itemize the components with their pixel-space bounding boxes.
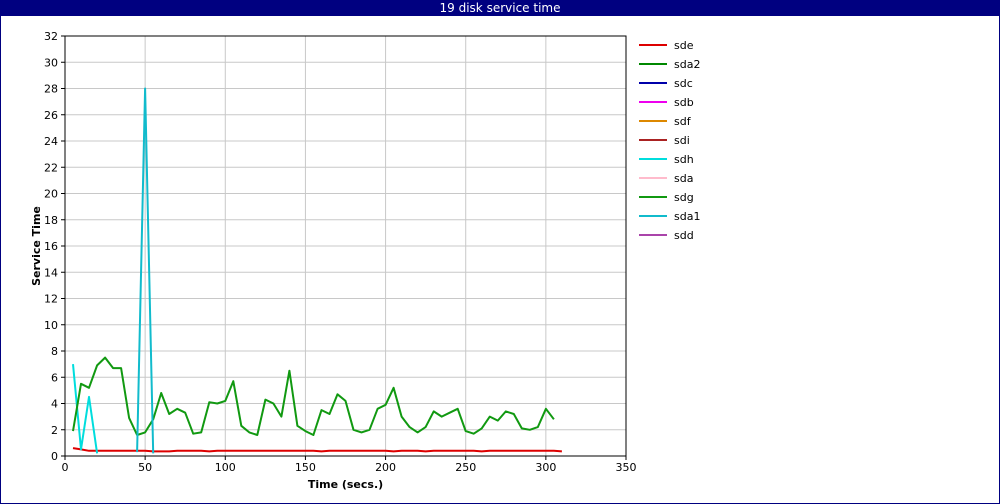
x-axis-ticks: 0 50 100 150 200 250 300 350 — [62, 456, 637, 474]
legend-label: sdi — [674, 134, 690, 147]
legend-label: sde — [674, 39, 694, 52]
x-tick-label: 100 — [215, 461, 236, 474]
x-tick-label: 50 — [138, 461, 152, 474]
legend-label: sda — [674, 172, 693, 185]
y-tick-label: 0 — [51, 450, 58, 463]
legend-label: sdf — [674, 115, 692, 128]
series-lines — [72, 87, 562, 454]
y-tick-label: 32 — [44, 30, 58, 43]
legend-label: sdd — [674, 229, 694, 242]
y-tick-label: 26 — [44, 109, 58, 122]
y-tick-label: 24 — [44, 135, 58, 148]
y-tick-label: 28 — [44, 83, 58, 96]
service-time-chart: 0 50 100 150 200 250 300 350 024681012141618202… — [30, 30, 700, 491]
y-tick-label: 18 — [44, 214, 58, 227]
y-tick-label: 12 — [44, 293, 58, 306]
legend: sde sda2 sdc sdb sdf sdi sdh sda sdg sda1 sdd — [639, 39, 700, 242]
chart-window: 19 disk service time 0 50 100 150 200 250 300 3… — [0, 0, 1000, 504]
x-tick-label: 250 — [455, 461, 476, 474]
x-tick-label: 150 — [295, 461, 316, 474]
y-tick-label: 8 — [51, 345, 58, 358]
legend-label: sdc — [674, 77, 693, 90]
x-axis-label: Time (secs.) — [308, 478, 383, 491]
series-line-sde — [72, 447, 562, 453]
y-tick-label: 30 — [44, 56, 58, 69]
x-tick-label: 350 — [616, 461, 637, 474]
legend-label: sda1 — [674, 210, 700, 223]
y-tick-label: 10 — [44, 319, 58, 332]
legend-label: sda2 — [674, 58, 700, 71]
x-tick-label: 200 — [375, 461, 396, 474]
legend-label: sdb — [674, 96, 694, 109]
y-tick-label: 14 — [44, 266, 58, 279]
y-tick-label: 6 — [51, 371, 58, 384]
x-tick-label: 0 — [62, 461, 69, 474]
y-tick-label: 20 — [44, 188, 58, 201]
y-tick-label: 2 — [51, 424, 58, 437]
y-axis-ticks: 02468101214161820222426283032 — [44, 30, 65, 463]
legend-label: sdh — [674, 153, 694, 166]
y-axis-label: Service Time — [30, 206, 43, 286]
y-tick-label: 16 — [44, 240, 58, 253]
x-tick-label: 300 — [535, 461, 556, 474]
y-tick-label: 22 — [44, 161, 58, 174]
legend-label: sdg — [674, 191, 694, 204]
y-tick-label: 4 — [51, 398, 58, 411]
